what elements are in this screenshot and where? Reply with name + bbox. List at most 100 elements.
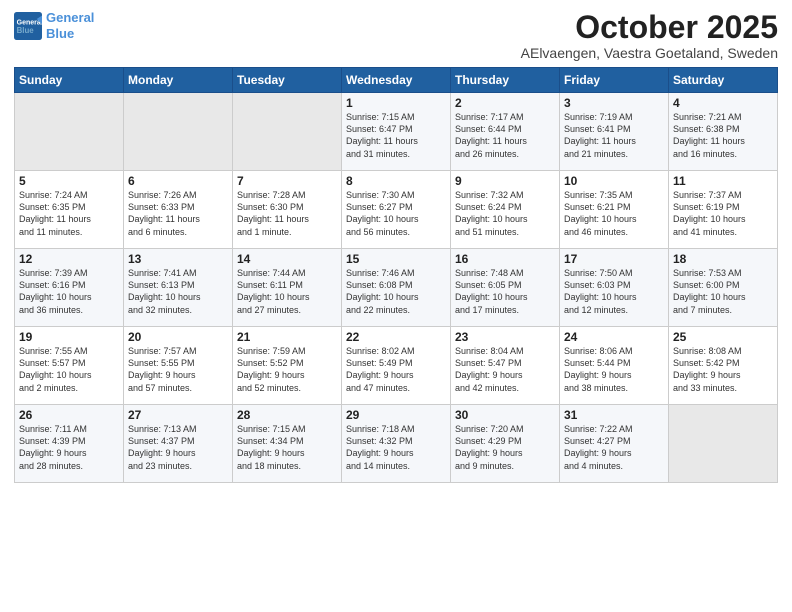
logo-general: General [46,10,94,25]
day-number: 23 [455,330,555,344]
day-info: Sunrise: 7:11 AM Sunset: 4:39 PM Dayligh… [19,423,119,472]
day-number: 22 [346,330,446,344]
day-info: Sunrise: 7:26 AM Sunset: 6:33 PM Dayligh… [128,189,228,238]
day-cell: 10Sunrise: 7:35 AM Sunset: 6:21 PM Dayli… [560,171,669,249]
day-cell: 24Sunrise: 8:06 AM Sunset: 5:44 PM Dayli… [560,327,669,405]
day-cell: 15Sunrise: 7:46 AM Sunset: 6:08 PM Dayli… [342,249,451,327]
header: General Blue General Blue October 2025 A… [14,10,778,61]
header-friday: Friday [560,68,669,93]
header-monday: Monday [124,68,233,93]
day-cell: 7Sunrise: 7:28 AM Sunset: 6:30 PM Daylig… [233,171,342,249]
day-cell: 16Sunrise: 7:48 AM Sunset: 6:05 PM Dayli… [451,249,560,327]
day-info: Sunrise: 7:37 AM Sunset: 6:19 PM Dayligh… [673,189,773,238]
day-cell: 29Sunrise: 7:18 AM Sunset: 4:32 PM Dayli… [342,405,451,483]
week-row-2: 5Sunrise: 7:24 AM Sunset: 6:35 PM Daylig… [15,171,778,249]
day-info: Sunrise: 7:24 AM Sunset: 6:35 PM Dayligh… [19,189,119,238]
day-cell: 19Sunrise: 7:55 AM Sunset: 5:57 PM Dayli… [15,327,124,405]
day-cell: 8Sunrise: 7:30 AM Sunset: 6:27 PM Daylig… [342,171,451,249]
header-sunday: Sunday [15,68,124,93]
title-block: October 2025 AElvaengen, Vaestra Goetala… [521,10,778,61]
day-cell: 18Sunrise: 7:53 AM Sunset: 6:00 PM Dayli… [669,249,778,327]
day-number: 4 [673,96,773,110]
day-number: 7 [237,174,337,188]
week-row-1: 1Sunrise: 7:15 AM Sunset: 6:47 PM Daylig… [15,93,778,171]
header-saturday: Saturday [669,68,778,93]
header-thursday: Thursday [451,68,560,93]
day-cell: 6Sunrise: 7:26 AM Sunset: 6:33 PM Daylig… [124,171,233,249]
day-info: Sunrise: 8:08 AM Sunset: 5:42 PM Dayligh… [673,345,773,394]
logo-text: General Blue [46,10,94,41]
day-number: 18 [673,252,773,266]
day-number: 20 [128,330,228,344]
day-info: Sunrise: 7:21 AM Sunset: 6:38 PM Dayligh… [673,111,773,160]
logo-blue: Blue [46,26,74,41]
day-info: Sunrise: 7:48 AM Sunset: 6:05 PM Dayligh… [455,267,555,316]
day-number: 25 [673,330,773,344]
day-info: Sunrise: 7:17 AM Sunset: 6:44 PM Dayligh… [455,111,555,160]
day-cell: 1Sunrise: 7:15 AM Sunset: 6:47 PM Daylig… [342,93,451,171]
day-info: Sunrise: 7:59 AM Sunset: 5:52 PM Dayligh… [237,345,337,394]
header-wednesday: Wednesday [342,68,451,93]
day-cell: 4Sunrise: 7:21 AM Sunset: 6:38 PM Daylig… [669,93,778,171]
day-info: Sunrise: 7:30 AM Sunset: 6:27 PM Dayligh… [346,189,446,238]
day-cell [15,93,124,171]
day-cell: 3Sunrise: 7:19 AM Sunset: 6:41 PM Daylig… [560,93,669,171]
day-number: 5 [19,174,119,188]
day-cell [233,93,342,171]
day-number: 27 [128,408,228,422]
day-info: Sunrise: 7:44 AM Sunset: 6:11 PM Dayligh… [237,267,337,316]
logo-icon: General Blue [14,12,42,40]
day-info: Sunrise: 7:22 AM Sunset: 4:27 PM Dayligh… [564,423,664,472]
day-number: 9 [455,174,555,188]
day-cell: 5Sunrise: 7:24 AM Sunset: 6:35 PM Daylig… [15,171,124,249]
day-cell: 31Sunrise: 7:22 AM Sunset: 4:27 PM Dayli… [560,405,669,483]
month-title: October 2025 [521,10,778,45]
day-number: 2 [455,96,555,110]
week-row-5: 26Sunrise: 7:11 AM Sunset: 4:39 PM Dayli… [15,405,778,483]
day-info: Sunrise: 7:41 AM Sunset: 6:13 PM Dayligh… [128,267,228,316]
day-cell: 12Sunrise: 7:39 AM Sunset: 6:16 PM Dayli… [15,249,124,327]
day-info: Sunrise: 7:13 AM Sunset: 4:37 PM Dayligh… [128,423,228,472]
day-number: 30 [455,408,555,422]
day-cell: 20Sunrise: 7:57 AM Sunset: 5:55 PM Dayli… [124,327,233,405]
week-row-4: 19Sunrise: 7:55 AM Sunset: 5:57 PM Dayli… [15,327,778,405]
day-number: 31 [564,408,664,422]
day-cell: 11Sunrise: 7:37 AM Sunset: 6:19 PM Dayli… [669,171,778,249]
day-number: 24 [564,330,664,344]
day-info: Sunrise: 7:20 AM Sunset: 4:29 PM Dayligh… [455,423,555,472]
day-info: Sunrise: 7:28 AM Sunset: 6:30 PM Dayligh… [237,189,337,238]
day-info: Sunrise: 7:18 AM Sunset: 4:32 PM Dayligh… [346,423,446,472]
day-number: 26 [19,408,119,422]
day-number: 29 [346,408,446,422]
day-cell: 30Sunrise: 7:20 AM Sunset: 4:29 PM Dayli… [451,405,560,483]
week-row-3: 12Sunrise: 7:39 AM Sunset: 6:16 PM Dayli… [15,249,778,327]
day-cell [124,93,233,171]
day-number: 15 [346,252,446,266]
day-info: Sunrise: 7:15 AM Sunset: 4:34 PM Dayligh… [237,423,337,472]
calendar-container: General Blue General Blue October 2025 A… [0,0,792,612]
day-info: Sunrise: 7:53 AM Sunset: 6:00 PM Dayligh… [673,267,773,316]
day-cell: 14Sunrise: 7:44 AM Sunset: 6:11 PM Dayli… [233,249,342,327]
day-number: 14 [237,252,337,266]
day-info: Sunrise: 8:04 AM Sunset: 5:47 PM Dayligh… [455,345,555,394]
day-info: Sunrise: 7:32 AM Sunset: 6:24 PM Dayligh… [455,189,555,238]
day-number: 11 [673,174,773,188]
day-number: 17 [564,252,664,266]
location-subtitle: AElvaengen, Vaestra Goetaland, Sweden [521,45,778,61]
logo: General Blue General Blue [14,10,94,41]
day-number: 12 [19,252,119,266]
day-info: Sunrise: 7:50 AM Sunset: 6:03 PM Dayligh… [564,267,664,316]
day-info: Sunrise: 8:06 AM Sunset: 5:44 PM Dayligh… [564,345,664,394]
day-info: Sunrise: 8:02 AM Sunset: 5:49 PM Dayligh… [346,345,446,394]
day-cell: 27Sunrise: 7:13 AM Sunset: 4:37 PM Dayli… [124,405,233,483]
day-number: 16 [455,252,555,266]
day-cell: 2Sunrise: 7:17 AM Sunset: 6:44 PM Daylig… [451,93,560,171]
day-info: Sunrise: 7:35 AM Sunset: 6:21 PM Dayligh… [564,189,664,238]
day-info: Sunrise: 7:46 AM Sunset: 6:08 PM Dayligh… [346,267,446,316]
day-cell: 25Sunrise: 8:08 AM Sunset: 5:42 PM Dayli… [669,327,778,405]
day-cell: 23Sunrise: 8:04 AM Sunset: 5:47 PM Dayli… [451,327,560,405]
day-number: 28 [237,408,337,422]
days-header-row: Sunday Monday Tuesday Wednesday Thursday… [15,68,778,93]
day-number: 21 [237,330,337,344]
day-number: 19 [19,330,119,344]
